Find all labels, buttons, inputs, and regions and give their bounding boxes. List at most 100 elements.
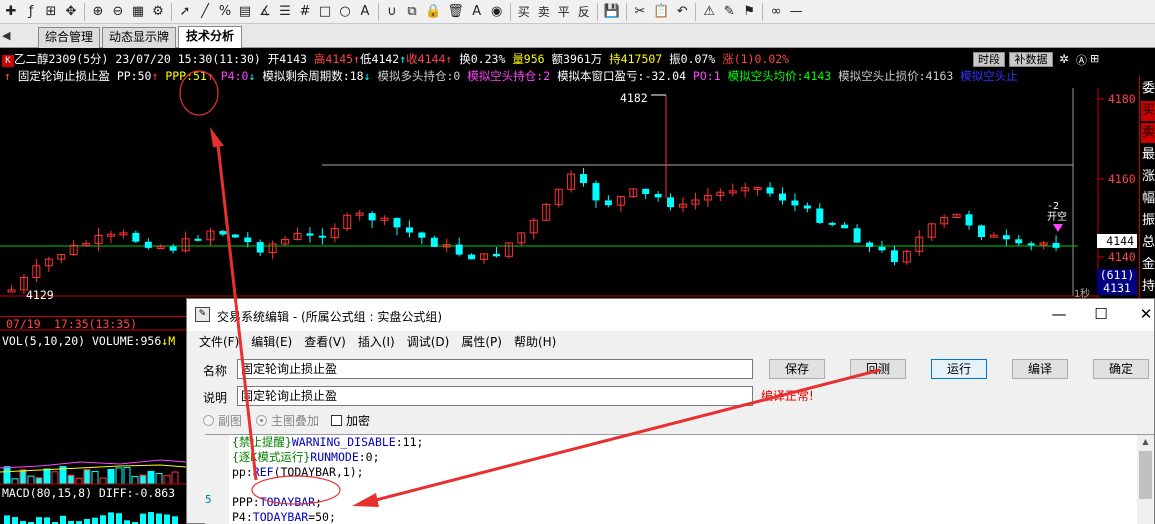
quote-panel-label[interactable]: 振 [1141,211,1155,231]
supplement-data-button[interactable]: 补数据 [1009,52,1053,67]
quote-panel-label[interactable]: 金 [1141,255,1155,275]
editor-vertical-scrollbar[interactable]: ▲ [1137,435,1154,524]
fibonacci-icon[interactable]: ☰ [276,2,294,22]
color-icon[interactable]: A [468,2,486,22]
zoom-in-icon[interactable]: ⊕ [89,2,107,22]
encrypt-checkbox[interactable] [331,415,343,426]
cross-icon[interactable]: ✚ [2,2,20,22]
ok-button[interactable]: 确定 [1093,359,1149,379]
menu-item-2[interactable]: 查看(V) [298,331,352,353]
quote-panel-label[interactable]: 买 [1141,101,1155,121]
menu-item-1[interactable]: 编辑(E) [245,331,298,353]
quote-panel-label[interactable]: 涨 [1141,167,1155,187]
percent-icon[interactable]: % [216,2,234,22]
alert-edit-icon[interactable]: ✎ [720,2,738,22]
volume-indicator-line: VOL(5,10,20) VOLUME:956↓M [2,333,175,349]
alert-list-icon[interactable]: ⚑ [740,2,758,22]
menu-item-3[interactable]: 插入(I) [352,331,401,353]
minimize-icon[interactable]: — [1049,305,1069,323]
trade-button-2[interactable]: 平 [555,2,573,22]
binocular-icon[interactable]: ∞ [767,2,785,22]
quote-side-panel[interactable]: 委买卖最涨幅振总金持 [1139,76,1155,326]
description-field[interactable]: 固定轮询止损止盈 [237,386,753,406]
tab-overview[interactable]: 综合管理 [38,27,100,48]
text-icon[interactable]: A [356,2,374,22]
settings-icon[interactable]: ⚙ [149,2,167,22]
tab-dynamic-board[interactable]: 动态显示牌 [102,27,176,48]
hide-icon[interactable]: ◉ [488,2,506,22]
crosshair-icon[interactable]: ⊞ [42,2,60,22]
run-button[interactable]: 运行 [931,359,987,379]
po-value: PO:1 [692,69,721,83]
save-button[interactable]: 保存 [769,359,825,379]
tab-technical-analysis[interactable]: 技术分析 [178,26,242,48]
undo-icon[interactable]: ↶ [673,2,691,22]
candle-body-down [667,197,675,208]
candle-body-down [1027,243,1035,246]
scroll-thumb[interactable] [1139,451,1152,499]
radio-main-overlay[interactable] [256,415,268,426]
cursor-icon[interactable]: ➚ [176,2,194,22]
menu-item-0[interactable]: 文件(F) [193,331,245,353]
macd-bar [116,513,122,524]
move-icon[interactable]: ✥ [62,2,80,22]
minimize-icon[interactable]: — [787,2,805,22]
encrypt-checkbox-label: 加密 [346,414,371,428]
trade-button-0[interactable]: 买 [515,2,533,22]
alert-icon[interactable]: ⚠ [700,2,718,22]
quote-panel-label[interactable]: 持 [1141,277,1155,297]
volume-bar [123,467,131,485]
candle-body-down [393,218,401,228]
settings-gear-icon[interactable]: ✲ [1059,52,1069,66]
magnet-icon[interactable]: ∪ [383,2,401,22]
zoom-out-icon[interactable]: ⊖ [109,2,127,22]
cut-icon[interactable]: ✂ [631,2,649,22]
compile-button[interactable]: 编译 [1012,359,1068,379]
trade-button-1[interactable]: 卖 [535,2,553,22]
indicator-b-icon[interactable]: ⊞ [1090,52,1099,65]
dialog-title: 交易系统编辑 - (所属公式组 : 实盘公式组) [217,310,442,324]
candle-body-down [878,246,886,251]
code-editor[interactable]: 5 {禁止提醒}WARNING_DISABLE:11; {逐K模式运行}RUNMO… [205,434,1154,524]
ruler-icon[interactable]: ▤ [236,2,254,22]
angle-icon[interactable]: ∡ [256,2,274,22]
lock-icon[interactable]: 🔒 [423,2,443,22]
menu-item-6[interactable]: 帮助(H) [508,331,562,353]
open-short-signal: 开空 [1047,212,1067,223]
dialog-titlebar[interactable]: ✎ 交易系统编辑 - (所属公式组 : 实盘公式组) — ☐ ✕ [187,299,1154,331]
copy-icon[interactable]: ⧉ [403,2,421,22]
quote-panel-label[interactable]: 卖 [1141,123,1155,143]
line-icon[interactable]: ╱ [196,2,214,22]
price-axis-label: 4180 [1108,92,1136,106]
delete-icon[interactable]: 🗑 [445,2,466,22]
function-icon[interactable]: ƒ [22,2,40,22]
save-icon[interactable]: 💾 [602,2,622,22]
macd-bar [148,512,154,524]
menu-item-5[interactable]: 属性(P) [455,331,508,353]
paste-icon[interactable]: 📋 [651,2,671,22]
name-field[interactable]: 固定轮询止损止盈 [237,359,753,379]
trade-button-3[interactable]: 反 [575,2,593,22]
backtest-button[interactable]: 回测 [850,359,906,379]
menu-item-4[interactable]: 调试(D) [401,331,456,353]
code-token: PPP: [232,495,260,509]
quote-panel-label[interactable]: 总 [1141,233,1155,253]
candle-body-down [1052,242,1060,248]
quote-panel-label[interactable]: 最 [1141,145,1155,165]
circle-icon[interactable]: ○ [336,2,354,22]
radio-sub-chart[interactable] [203,415,214,426]
candle-body-down [803,205,811,209]
turnover-rate: 换0.23% [459,52,506,66]
table-icon[interactable]: ▦ [129,2,147,22]
rectangle-icon[interactable]: □ [316,2,334,22]
maximize-icon[interactable]: ☐ [1091,305,1111,323]
quote-panel-label[interactable]: 委 [1141,79,1155,99]
indicator-a-icon[interactable]: Ⓐ [1076,52,1087,68]
grid-icon[interactable]: # [296,2,314,22]
scroll-up-icon[interactable]: ▲ [1137,435,1154,449]
close-icon[interactable]: ✕ [1136,305,1155,323]
tab-scroll-left-icon[interactable]: ◀ [2,29,10,42]
timeshare-button[interactable]: 时段 [973,52,1005,67]
candle-body-down [169,246,177,251]
quote-panel-label[interactable]: 幅 [1141,189,1155,209]
